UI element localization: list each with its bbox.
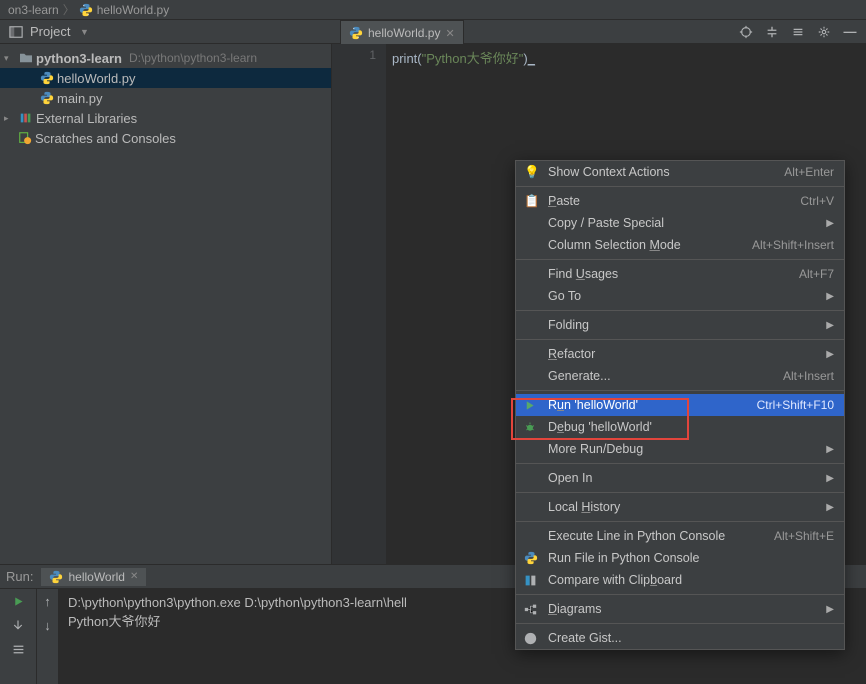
submenu-arrow-icon: ▶ <box>826 444 834 455</box>
folder-icon <box>19 52 33 64</box>
menu-show-context-actions[interactable]: 💡Show Context ActionsAlt+Enter <box>516 161 844 183</box>
diff-icon <box>524 574 540 587</box>
chevron-right-icon[interactable]: ▸ <box>4 113 16 124</box>
github-icon <box>524 632 540 645</box>
menu-find-usages[interactable]: Find UsagesAlt+F7 <box>516 263 844 285</box>
scratch-label: Scratches and Consoles <box>35 131 176 146</box>
python-icon <box>524 551 540 565</box>
menu-refactor[interactable]: Refactor▶ <box>516 343 844 365</box>
menu-copy-paste-special[interactable]: Copy / Paste Special▶ <box>516 212 844 234</box>
menu-open-in[interactable]: Open In▶ <box>516 467 844 489</box>
file-name: helloWorld.py <box>57 71 136 86</box>
submenu-arrow-icon: ▶ <box>826 473 834 484</box>
collapse-icon[interactable] <box>790 24 806 40</box>
root-path: D:\python\python3-learn <box>129 51 257 65</box>
tree-root[interactable]: ▾ python3-learn D:\python\python3-learn <box>0 48 331 68</box>
python-icon <box>79 3 93 17</box>
scratch-icon <box>18 131 32 145</box>
menu-run[interactable]: Run 'helloWorld'Ctrl+Shift+F10 <box>516 394 844 416</box>
menu-folding[interactable]: Folding▶ <box>516 314 844 336</box>
context-menu: 💡Show Context ActionsAlt+Enter 📋PasteCtr… <box>515 160 845 650</box>
console-toolbar <box>0 589 36 684</box>
tree-external[interactable]: ▸ External Libraries <box>0 108 331 128</box>
submenu-arrow-icon: ▶ <box>826 502 834 513</box>
hide-icon[interactable]: — <box>842 24 858 40</box>
close-icon[interactable]: ✕ <box>130 571 138 582</box>
python-icon <box>40 91 54 105</box>
tree-file[interactable]: main.py <box>0 88 331 108</box>
project-label[interactable]: Project <box>30 24 70 39</box>
close-tab-icon[interactable]: ✕ <box>445 27 454 40</box>
python-icon <box>349 26 363 40</box>
bulb-icon: 💡 <box>524 165 540 180</box>
up-icon[interactable]: ↑ <box>40 593 56 609</box>
run-label: Run: <box>6 569 33 584</box>
down-icon[interactable]: ↓ <box>40 617 56 633</box>
project-tree[interactable]: ▾ python3-learn D:\python\python3-learn … <box>0 44 332 564</box>
menu-local-history[interactable]: Local History▶ <box>516 496 844 518</box>
tree-scratches[interactable]: Scratches and Consoles <box>0 128 331 148</box>
tree-file-selected[interactable]: helloWorld.py <box>0 68 331 88</box>
expand-icon[interactable] <box>764 24 780 40</box>
submenu-arrow-icon: ▶ <box>826 320 834 331</box>
stop-icon[interactable] <box>10 617 26 633</box>
menu-run-file-console[interactable]: Run File in Python Console <box>516 547 844 569</box>
menu-generate[interactable]: Generate...Alt+Insert <box>516 365 844 387</box>
paste-icon: 📋 <box>524 194 540 209</box>
menu-goto[interactable]: Go To▶ <box>516 285 844 307</box>
line-number: 1 <box>332 48 376 62</box>
play-icon <box>524 400 540 411</box>
chevron-down-icon[interactable]: ▼ <box>76 24 92 40</box>
chevron-down-icon[interactable]: ▾ <box>4 53 16 64</box>
menu-column-selection[interactable]: Column Selection ModeAlt+Shift+Insert <box>516 234 844 256</box>
editor-gutter: 1 <box>332 44 386 564</box>
bug-icon <box>524 421 540 433</box>
submenu-arrow-icon: ▶ <box>826 604 834 615</box>
submenu-arrow-icon: ▶ <box>826 349 834 360</box>
editor-tab[interactable]: helloWorld.py ✕ <box>340 20 464 46</box>
layout-icon[interactable] <box>10 641 26 657</box>
project-pane-icon[interactable] <box>8 24 24 40</box>
breadcrumb-file[interactable]: helloWorld.py <box>97 3 169 17</box>
gear-icon[interactable] <box>816 24 832 40</box>
tab-label: helloWorld.py <box>368 26 440 40</box>
menu-more-run-debug[interactable]: More Run/Debug▶ <box>516 438 844 460</box>
menu-create-gist[interactable]: Create Gist... <box>516 627 844 649</box>
library-icon <box>19 111 33 125</box>
file-name: main.py <box>57 91 103 106</box>
python-icon <box>40 71 54 85</box>
external-label: External Libraries <box>36 111 137 126</box>
rerun-icon[interactable] <box>10 593 26 609</box>
menu-paste[interactable]: 📋PasteCtrl+V <box>516 190 844 212</box>
root-name: python3-learn <box>36 51 122 66</box>
menu-debug[interactable]: Debug 'helloWorld' <box>516 416 844 438</box>
run-tab-label: helloWorld <box>68 570 124 584</box>
breadcrumb: on3-learn 〉 helloWorld.py <box>0 0 866 20</box>
breadcrumb-project[interactable]: on3-learn <box>8 3 59 17</box>
run-tab[interactable]: helloWorld ✕ <box>41 568 146 586</box>
menu-compare-clipboard[interactable]: Compare with Clipboard <box>516 569 844 591</box>
menu-diagrams[interactable]: Diagrams▶ <box>516 598 844 620</box>
python-icon <box>49 570 63 584</box>
menu-execute-line[interactable]: Execute Line in Python ConsoleAlt+Shift+… <box>516 525 844 547</box>
diagram-icon <box>524 603 540 616</box>
submenu-arrow-icon: ▶ <box>826 291 834 302</box>
submenu-arrow-icon: ▶ <box>826 218 834 229</box>
target-icon[interactable] <box>738 24 754 40</box>
